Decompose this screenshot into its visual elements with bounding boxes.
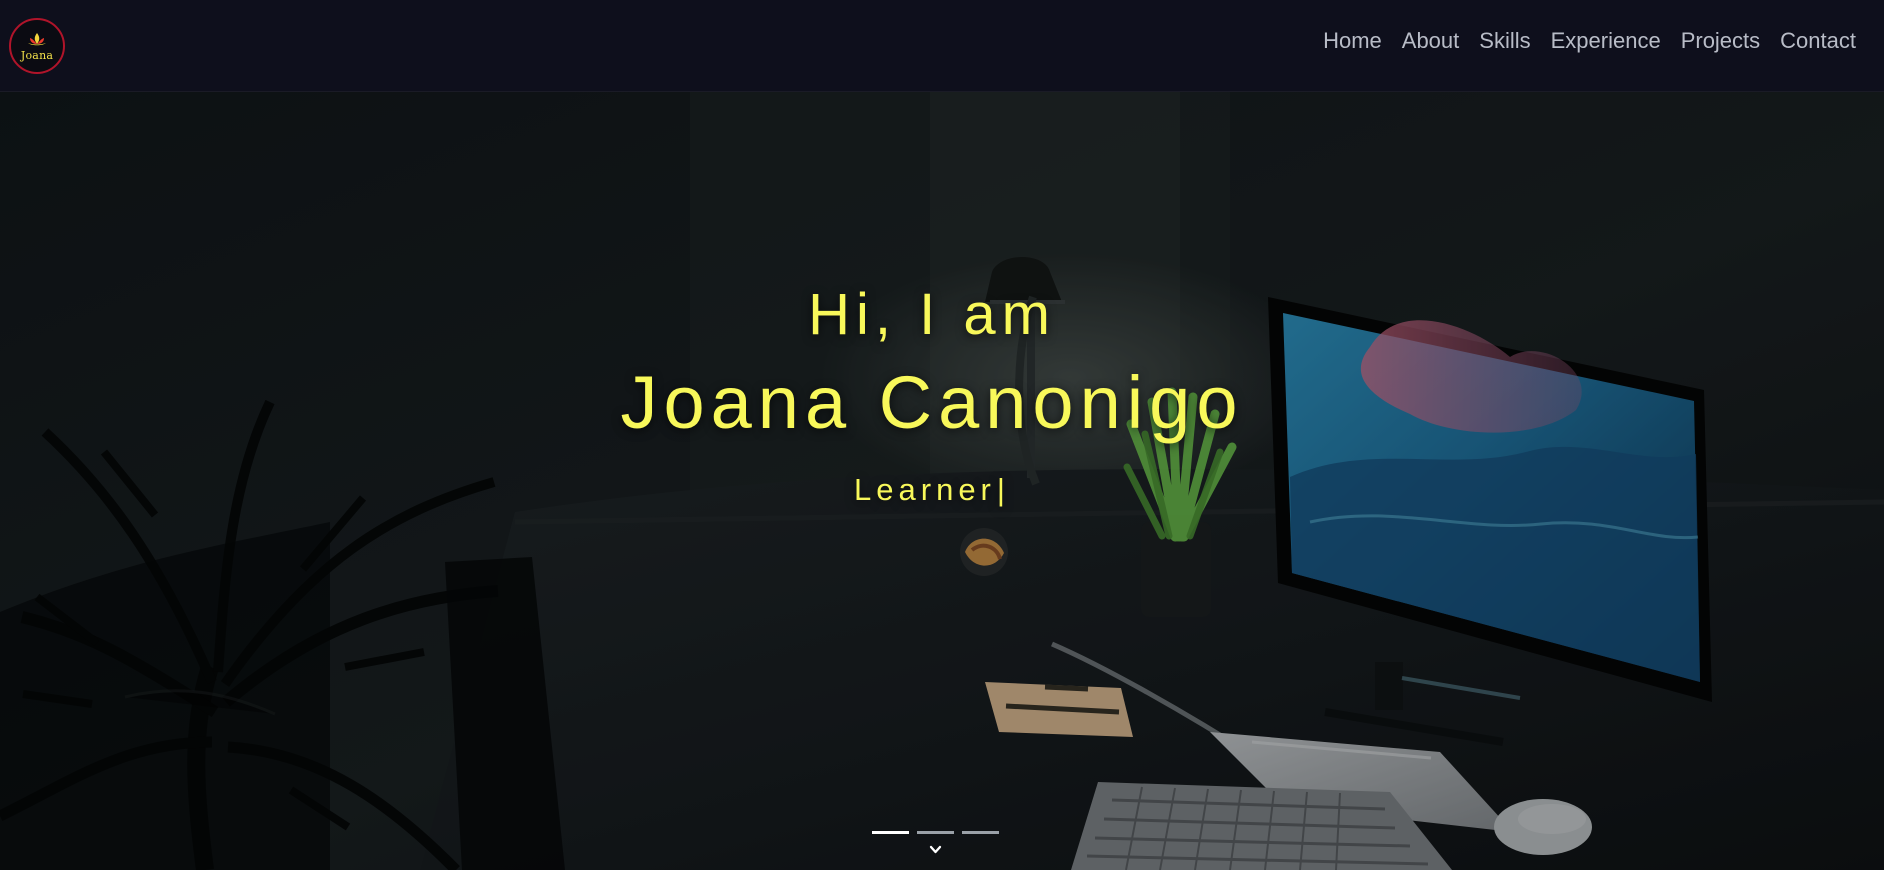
nav-contact[interactable]: Contact [1780,30,1856,52]
carousel-indicators [872,831,999,834]
carousel-indicator-2[interactable] [917,831,954,834]
desk-workspace-image [0,92,1884,870]
top-navigation: Joana Home About Skills Experience Proje… [0,0,1884,92]
carousel-indicator-1[interactable] [872,831,909,834]
nav-projects[interactable]: Projects [1681,30,1760,52]
nav-about[interactable]: About [1402,30,1460,52]
main-nav: Home About Skills Experience Projects Co… [1323,30,1856,52]
hero-section: Hi, I am Joana Canonigo Learner| [0,92,1884,870]
nav-experience[interactable]: Experience [1551,30,1661,52]
brand-logo[interactable]: Joana [9,18,65,74]
logo-text: Joana [20,48,54,62]
carousel-indicator-3[interactable] [962,831,999,834]
chevron-down-icon[interactable] [928,844,943,856]
portfolio-page: Joana Home About Skills Experience Proje… [0,0,1884,870]
lotus-icon [28,32,46,45]
nav-home[interactable]: Home [1323,30,1382,52]
nav-skills[interactable]: Skills [1479,30,1530,52]
